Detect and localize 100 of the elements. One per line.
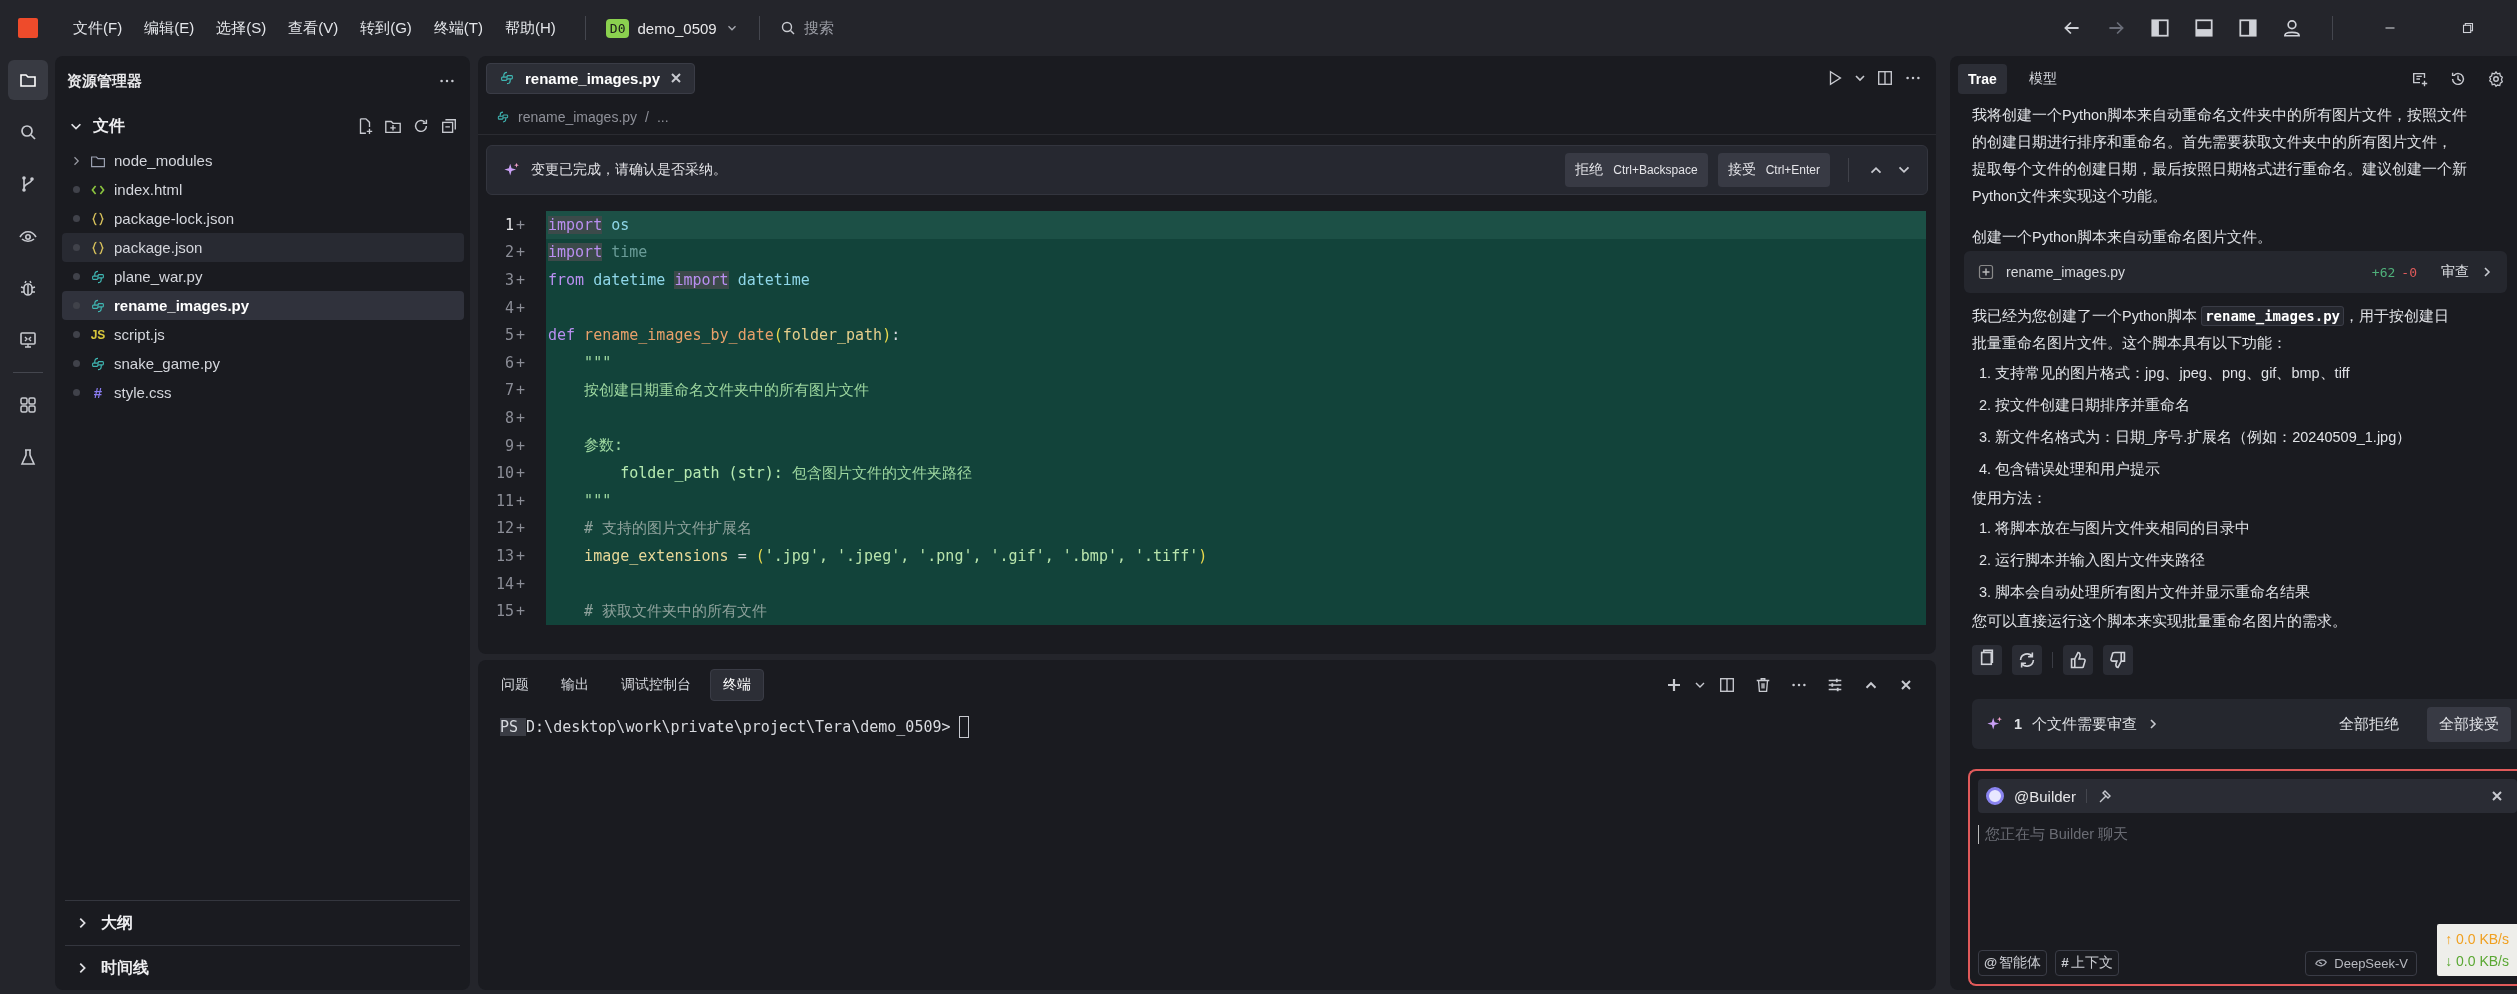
menu-item[interactable]: 查看(V)	[279, 14, 348, 42]
line-number: 11	[494, 491, 514, 510]
list-item: 3. 新文件名格式为：日期_序号.扩展名（例如：20240509_1.jpg）	[1978, 428, 2413, 447]
message-text: 我将创建一个Python脚本来自动重命名文件夹中的所有图片文件，按照文件	[1972, 106, 2469, 125]
model-selector[interactable]: DeepSeek-V	[2305, 950, 2417, 976]
split-editor-icon[interactable]	[1876, 69, 1894, 87]
line-number: 7	[503, 381, 514, 400]
added-line-marker: +	[515, 602, 527, 621]
status-dot-icon	[72, 244, 80, 251]
settings-icon[interactable]	[2487, 70, 2505, 88]
line-number: 3	[503, 271, 514, 289]
input-placeholder: 您正在与 Builder 聊天	[1978, 825, 2517, 844]
section-title[interactable]: 大纲	[101, 912, 133, 934]
split-terminal-icon[interactable]	[1718, 676, 1736, 694]
message-text: 批量重命名图片文件。这个脚本具有以下功能：	[1972, 334, 2288, 353]
thumbs-down-icon[interactable]	[2103, 645, 2133, 675]
accept-all-button[interactable]: 全部接受	[2427, 706, 2511, 742]
editor-tab[interactable]: rename_images.py	[486, 62, 696, 94]
review-text[interactable]: 个文件需要审查	[2032, 714, 2138, 734]
line-number: 4	[503, 298, 514, 317]
chat-tab[interactable]: Trae	[1958, 64, 2007, 94]
right-panel-toggle-icon[interactable]	[2237, 17, 2259, 39]
trash-icon[interactable]	[1754, 676, 1772, 694]
menu-item[interactable]: 转到(G)	[351, 14, 421, 42]
breadcrumb-item[interactable]: rename_images.py	[518, 109, 638, 125]
line-number: 5	[503, 326, 514, 345]
file-type-label: JS	[90, 327, 106, 342]
reject-all-button[interactable]: 全部拒绝	[2327, 706, 2411, 742]
bottom-panel-toggle-icon[interactable]	[2193, 17, 2215, 39]
added-line-marker: +	[515, 491, 527, 510]
add-file-icon	[1978, 264, 1994, 280]
added-line-marker: +	[515, 243, 527, 262]
section-title[interactable]: 时间线	[101, 957, 149, 979]
account-icon[interactable]	[2281, 17, 2303, 39]
list-item: 1. 支持常见的图片格式：jpg、jpeg、png、gif、bmp、tiff	[1978, 364, 2351, 383]
close-icon[interactable]	[670, 72, 683, 84]
file-tree-item[interactable]: index.html	[62, 175, 464, 204]
menu-item[interactable]: 编辑(E)	[135, 14, 204, 42]
reject-button[interactable]: 拒绝 Ctrl+Backspace	[1565, 153, 1708, 187]
added-line-marker: +	[515, 574, 527, 593]
menu-item[interactable]: 帮助(H)	[496, 14, 565, 42]
new-chat-icon[interactable]	[2411, 70, 2429, 88]
panel-tab[interactable]: 问题	[488, 669, 542, 701]
file-change-card[interactable]: rename_images.py +62 -0 审查	[1964, 251, 2507, 293]
search-icon	[779, 20, 796, 36]
panel-tab[interactable]: 终端	[710, 669, 764, 701]
add-icon[interactable]	[1666, 677, 1682, 693]
breadcrumb-separator: /	[645, 109, 649, 125]
thumbs-up-icon[interactable]	[2063, 645, 2093, 675]
file-tree-item[interactable]: JS script.js	[62, 320, 464, 349]
caret-icon[interactable]	[1854, 72, 1866, 84]
model-name: DeepSeek-V	[2334, 955, 2408, 971]
message-text: Python文件来实现这个功能。	[1972, 187, 2169, 206]
collapse-all-icon[interactable]	[440, 117, 458, 135]
files-icon[interactable]	[7, 60, 48, 100]
refresh-icon[interactable]	[412, 117, 430, 135]
list-item: 2. 运行脚本并输入图片文件夹路径	[1978, 551, 2207, 570]
copy-icon[interactable]	[1972, 645, 2002, 675]
close-icon[interactable]	[2491, 790, 2503, 802]
added-line-marker: +	[515, 436, 527, 455]
context-chip[interactable]: @智能体	[1978, 950, 2048, 976]
project-switcher[interactable]: D0 demo_0509	[605, 18, 739, 38]
breadcrumb-item[interactable]: ...	[656, 109, 669, 125]
file-tree-item[interactable]: plane_war.py	[62, 262, 464, 291]
python-file-icon	[90, 268, 106, 285]
review-link[interactable]: 审查	[2441, 263, 2469, 281]
message-text: 的创建日期进行排序和重命名。首先需要获取文件夹中的所有图片文件，	[1972, 133, 2453, 152]
context-chip[interactable]: #上下文	[2055, 950, 2119, 976]
menu-item[interactable]: 文件(F)	[64, 14, 132, 42]
file-name: script.js	[114, 326, 165, 343]
file-tree-item[interactable]: package-lock.json	[62, 204, 464, 233]
terminal-cursor	[958, 716, 969, 738]
chat-tab[interactable]: 模型	[2018, 63, 2067, 95]
accept-button[interactable]: 接受 Ctrl+Enter	[1717, 153, 1830, 187]
line-number: 13	[494, 546, 514, 565]
search-field[interactable]: 搜索	[779, 18, 1040, 38]
file-tree-item[interactable]: rename_images.py	[62, 291, 464, 320]
added-line-marker: +	[515, 271, 527, 289]
file-tree-item[interactable]: package.json	[62, 233, 464, 262]
file-name: package-lock.json	[114, 210, 235, 227]
menu-item[interactable]: 终端(T)	[424, 14, 492, 42]
history-icon[interactable]	[2449, 70, 2467, 88]
panel-tab[interactable]: 输出	[548, 669, 602, 701]
agent-avatar-icon	[1986, 787, 2004, 805]
file-tree-item[interactable]: node_modules	[62, 146, 464, 175]
menu-item[interactable]: 选择(S)	[207, 14, 276, 42]
section-title[interactable]: 文件	[93, 115, 125, 137]
line-number: 15	[494, 602, 514, 621]
added-count: +62	[2371, 264, 2396, 280]
network-speed-widget: ↑ 0.0 KB/s ↓ 0.0 KB/s	[2437, 924, 2517, 976]
left-panel-toggle-icon[interactable]	[2149, 17, 2171, 39]
python-file-icon	[499, 70, 515, 86]
file-tree-item[interactable]: # style.css	[62, 378, 464, 407]
panel-tab[interactable]: 调试控制台	[608, 669, 704, 701]
line-number: 6	[503, 353, 514, 372]
agent-name: @Builder	[2014, 787, 2076, 805]
status-dot-icon	[72, 331, 80, 338]
regenerate-icon[interactable]	[2012, 645, 2042, 675]
sliders-icon[interactable]	[1826, 676, 1844, 694]
file-tree-item[interactable]: snake_game.py	[62, 349, 464, 378]
